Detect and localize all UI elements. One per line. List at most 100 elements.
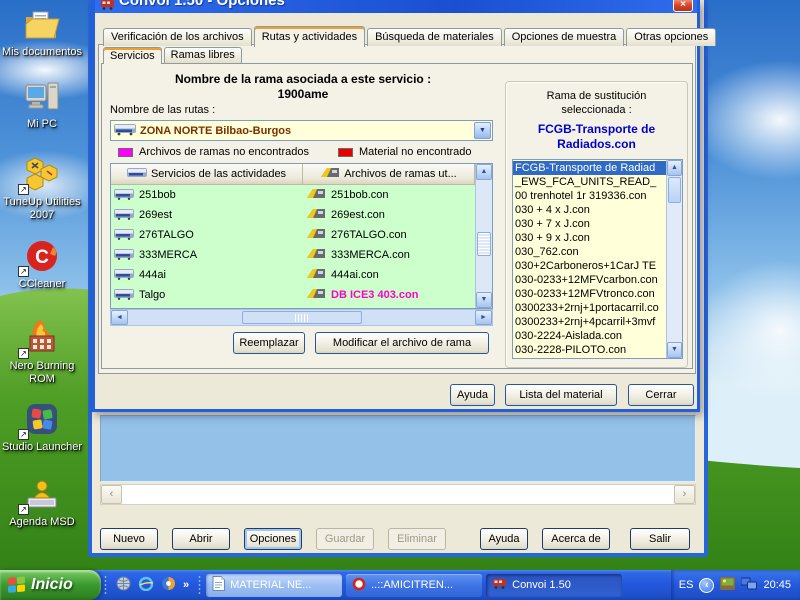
taskbar-button-material[interactable]: MATERIAL NE...	[206, 574, 342, 597]
document-icon	[212, 576, 225, 594]
main-window-content-area	[100, 415, 696, 482]
tab-verificacion[interactable]: Verificación de los archivos	[103, 28, 252, 46]
scroll-left-icon[interactable]: ◄	[111, 310, 128, 325]
substitution-selected-name: FCGB-Transporte de Radiados.con	[506, 122, 687, 152]
quick-launch-overflow-icon[interactable]: »	[183, 579, 189, 591]
show-desktop-icon[interactable]	[116, 576, 131, 594]
desktop-icon-ccleaner[interactable]: C ↗ CCleaner	[1, 240, 83, 291]
opciones-button[interactable]: Opciones	[244, 528, 302, 550]
tray-collapse-icon[interactable]: ‹	[699, 578, 714, 593]
listbox-item[interactable]: 030-0233+12MFVtronco.con	[513, 287, 666, 301]
train-yellow-icon	[306, 187, 326, 203]
abrir-button[interactable]: Abrir	[172, 528, 230, 550]
service-row[interactable]: 276TALGO 276TALGO.con	[111, 225, 475, 245]
listbox-item[interactable]: 030 + 7 x J.con	[513, 217, 666, 231]
services-horizontal-scrollbar[interactable]: ◄ ►	[110, 309, 493, 326]
scroll-right-icon[interactable]: ►	[475, 310, 492, 325]
scrollbar-thumb[interactable]	[242, 311, 362, 324]
service-row[interactable]: 251bob 251bob.con	[111, 185, 475, 205]
listbox-item[interactable]: 030-0233+12MFVcarbon.con	[513, 273, 666, 287]
listbox-item[interactable]: 0300233+2rnj+4pcarril+3mvf	[513, 315, 666, 329]
chevron-down-icon[interactable]: ▼	[474, 122, 491, 139]
acerca-de-button[interactable]: Acerca de	[542, 528, 610, 550]
cerrar-button[interactable]: Cerrar	[628, 384, 694, 406]
scrollbar-thumb[interactable]	[477, 232, 491, 256]
branch-files-column-header[interactable]: Archivos de ramas ut...	[303, 164, 475, 185]
internet-explorer-icon[interactable]	[138, 576, 154, 594]
services-list-headers: Servicios de las actividades Archivos de…	[111, 164, 475, 185]
ayuda-main-button[interactable]: Ayuda	[480, 528, 528, 550]
listbox-item[interactable]: 030 + 9 x J.con	[513, 231, 666, 245]
ayuda-dialog-button[interactable]: Ayuda	[450, 384, 495, 406]
legend-branch-missing-label: Archivos de ramas no encontrados	[139, 146, 309, 158]
service-row[interactable]: 333MERCA 333MERCA.con	[111, 245, 475, 265]
tray-network-icon[interactable]	[741, 577, 757, 593]
clock: 20:45	[763, 579, 791, 591]
lista-del-material-button[interactable]: Lista del material	[505, 384, 617, 406]
desktop-icon-agenda-msd[interactable]: ↗ Agenda MSD	[1, 478, 83, 529]
scrollbar-thumb[interactable]	[668, 177, 681, 203]
scroll-down-icon[interactable]: ▼	[476, 292, 492, 308]
tab-rutas-y-actividades[interactable]: Rutas y actividades	[254, 26, 365, 47]
subtab-servicios[interactable]: Servicios	[103, 47, 162, 64]
services-vertical-scrollbar[interactable]: ▲ ▼	[475, 164, 492, 308]
shortcut-arrow-icon: ↗	[18, 504, 29, 515]
subtab-ramas-libres[interactable]: Ramas libres	[164, 47, 242, 63]
services-column-header[interactable]: Servicios de las actividades	[111, 164, 303, 185]
studio-launcher-icon	[25, 402, 59, 439]
listbox-vertical-scrollbar[interactable]: ▲ ▼	[666, 160, 682, 358]
tab-opciones-muestra[interactable]: Opciones de muestra	[504, 28, 625, 46]
listbox-item[interactable]: 030_762.con	[513, 245, 666, 259]
system-tray: ES ‹ 20:45	[671, 570, 800, 600]
reemplazar-button[interactable]: Reemplazar	[233, 332, 305, 354]
tab-otras-opciones[interactable]: Otras opciones	[626, 28, 716, 46]
desktop-icon-nero[interactable]: ↗ Nero Burning ROM	[1, 322, 83, 386]
start-button[interactable]: Inicio	[0, 570, 101, 600]
route-combobox[interactable]: ZONA NORTE Bilbao-Burgos ▼	[110, 120, 493, 141]
desktop-icon-tuneup[interactable]: ↗ TuneUp Utilities 2007	[1, 158, 83, 222]
scroll-up-icon[interactable]: ▲	[667, 160, 682, 176]
desktop-icon-studio-launcher[interactable]: ↗ Studio Launcher	[1, 403, 83, 454]
scroll-down-icon[interactable]: ▼	[667, 342, 682, 358]
media-player-icon[interactable]	[161, 576, 176, 594]
nuevo-button[interactable]: Nuevo	[100, 528, 158, 550]
listbox-item[interactable]: 00 trenhotel 1r 319336.con	[513, 189, 666, 203]
desktop-icon-mis-documentos[interactable]: Mis documentos	[1, 8, 83, 59]
desktop-icon-label: Nero Burning ROM	[1, 360, 83, 386]
listbox-item[interactable]: 030 + 4 x J.con	[513, 203, 666, 217]
desktop-icon-mi-pc[interactable]: Mi PC	[1, 80, 83, 131]
desktop-icon-label: Agenda MSD	[1, 516, 83, 529]
taskbar-button-convoi[interactable]: Convoi 1.50	[486, 574, 622, 597]
listbox-item[interactable]: FCGB-Transporte de Radiad	[513, 161, 666, 175]
taskbar-button-amicitren[interactable]: ..::AMICITREN...	[346, 574, 482, 597]
tray-picture-icon[interactable]	[720, 577, 735, 593]
train-blue-icon	[114, 187, 134, 203]
main-window-horizontal-scrollbar[interactable]: ‹ ›	[100, 484, 696, 505]
service-row[interactable]: 269est 269est.con	[111, 205, 475, 225]
quick-launch: »	[110, 576, 195, 594]
service-row[interactable]: Talgo DB ICE3 403.con	[111, 285, 475, 305]
scroll-left-icon[interactable]: ‹	[101, 485, 122, 504]
services-list: Servicios de las actividades Archivos de…	[110, 163, 493, 309]
scroll-up-icon[interactable]: ▲	[476, 164, 492, 180]
listbox-item[interactable]: 030-2228-PILOTO.con	[513, 343, 666, 357]
train-blue-icon	[114, 267, 134, 283]
taskbar-button-label: ..::AMICITREN...	[371, 579, 453, 591]
salir-button[interactable]: Salir	[630, 528, 690, 550]
service-row[interactable]: 444ai 444ai.con	[111, 265, 475, 285]
listbox-item[interactable]: _EWS_FCA_UNITS_READ_	[513, 175, 666, 189]
modificar-archivo-rama-button[interactable]: Modificar el archivo de rama	[315, 332, 489, 354]
scroll-right-icon[interactable]: ›	[674, 485, 695, 504]
service-name: 1900ame	[102, 87, 504, 101]
dialog-title: Convoi 1.50 - Opciones	[119, 0, 285, 9]
tuneup-icon	[24, 157, 60, 194]
train-yellow-icon	[306, 227, 326, 243]
train-blue-icon	[127, 166, 147, 182]
listbox-item[interactable]: 030+2Carboneros+1CarJ TE	[513, 259, 666, 273]
language-indicator[interactable]: ES	[679, 579, 694, 591]
close-icon[interactable]: ×	[673, 0, 693, 12]
dialog-titlebar[interactable]: Convoi 1.50 - Opciones ×	[95, 0, 697, 13]
listbox-item[interactable]: 030-2224-Aislada.con	[513, 329, 666, 343]
tab-busqueda-materiales[interactable]: Búsqueda de materiales	[367, 28, 502, 46]
listbox-item[interactable]: 0300233+2rnj+1portacarril.co	[513, 301, 666, 315]
